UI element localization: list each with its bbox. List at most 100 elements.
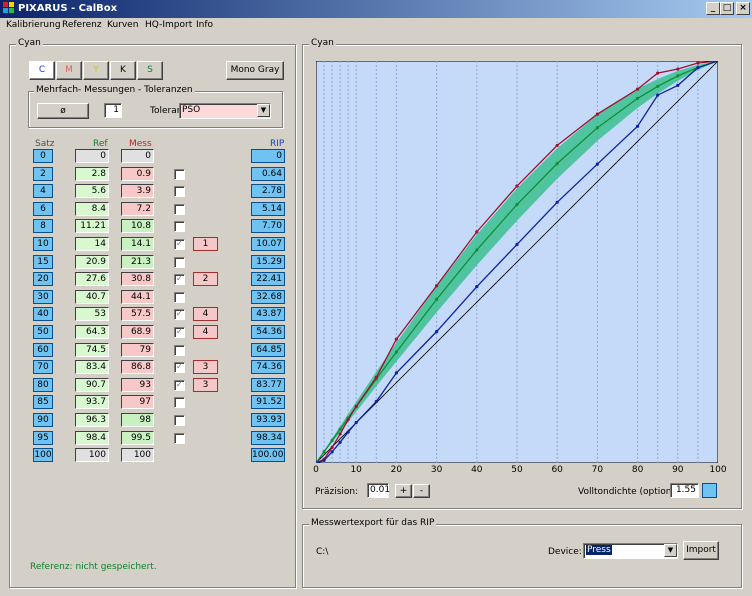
close-button[interactable]: × <box>736 2 750 15</box>
mono-gray-button[interactable]: Mono Gray <box>226 61 284 80</box>
satz-cell[interactable]: 100 <box>33 448 53 463</box>
mess-cell[interactable]: 14.1 <box>121 237 154 251</box>
satz-cell[interactable]: 80 <box>33 377 53 392</box>
satz-cell[interactable]: 0 <box>33 149 53 163</box>
ref-cell[interactable]: 5.6 <box>75 184 109 199</box>
mess-cell[interactable]: 98 <box>121 413 154 427</box>
satz-cell[interactable]: 8 <box>33 219 53 234</box>
density-color-swatch[interactable] <box>702 483 717 498</box>
mess-cell[interactable]: 0.9 <box>121 166 154 181</box>
rip-cell[interactable]: 22.41 <box>251 272 285 287</box>
ref-cell[interactable]: 2.8 <box>75 166 109 181</box>
mess-cell[interactable]: 21.3 <box>121 254 154 269</box>
rip-cell[interactable]: 32.68 <box>251 289 285 304</box>
mess-cell[interactable]: 93 <box>121 377 154 392</box>
ref-cell[interactable]: 98.4 <box>75 430 109 445</box>
rip-cell[interactable]: 98.34 <box>251 430 285 445</box>
row-checkbox[interactable] <box>174 221 185 233</box>
menu-kalibrierung[interactable]: Kalibrierung <box>6 20 61 30</box>
satz-cell[interactable]: 10 <box>33 237 53 251</box>
ref-cell[interactable]: 93.7 <box>75 395 109 410</box>
device-select[interactable]: Press ▼ <box>583 543 678 559</box>
row-checkbox[interactable]: ✓ <box>174 327 185 338</box>
satz-cell[interactable]: 40 <box>33 307 53 322</box>
rip-cell[interactable]: 100.00 <box>251 448 285 463</box>
satz-cell[interactable]: 6 <box>33 201 53 216</box>
channel-m-button[interactable]: M <box>56 61 82 80</box>
rip-cell[interactable]: 15.29 <box>251 254 285 269</box>
row-checkbox[interactable]: ✓ <box>174 309 185 321</box>
ref-cell[interactable]: 40.7 <box>75 289 109 304</box>
rip-cell[interactable]: 5.14 <box>251 201 285 216</box>
satz-cell[interactable]: 15 <box>33 254 53 269</box>
rip-cell[interactable]: 7.70 <box>251 219 285 234</box>
mess-cell[interactable]: 0 <box>121 149 154 163</box>
rip-cell[interactable]: 10.07 <box>251 237 285 251</box>
rip-cell[interactable]: 83.77 <box>251 377 285 392</box>
rip-cell[interactable]: 74.36 <box>251 360 285 375</box>
rip-cell[interactable]: 0 <box>251 149 285 163</box>
satz-cell[interactable]: 70 <box>33 360 53 375</box>
row-checkbox[interactable] <box>174 256 185 268</box>
ref-cell[interactable]: 11.21 <box>75 219 109 234</box>
channel-c-button[interactable]: C <box>29 61 55 80</box>
minimize-button[interactable]: _ <box>706 2 720 15</box>
ref-cell[interactable]: 96.3 <box>75 413 109 427</box>
satz-cell[interactable]: 20 <box>33 272 53 287</box>
row-checkbox[interactable] <box>174 186 185 198</box>
rip-cell[interactable]: 91.52 <box>251 395 285 410</box>
mess-cell[interactable]: 44.1 <box>121 289 154 304</box>
row-checkbox[interactable] <box>174 432 185 444</box>
satz-cell[interactable]: 60 <box>33 342 53 357</box>
channel-y-button[interactable]: Y <box>83 61 109 80</box>
channel-s-button[interactable]: S <box>137 61 163 80</box>
mess-cell[interactable]: 79 <box>121 342 154 357</box>
rip-cell[interactable]: 0.64 <box>251 166 285 181</box>
ref-cell[interactable]: 74.5 <box>75 342 109 357</box>
row-checkbox[interactable]: ✓ <box>174 239 185 250</box>
row-checkbox[interactable]: ✓ <box>174 362 185 374</box>
chevron-down-icon[interactable]: ▼ <box>664 544 677 557</box>
satz-cell[interactable]: 90 <box>33 413 53 427</box>
row-checkbox[interactable] <box>174 397 185 409</box>
row-checkbox[interactable] <box>174 168 185 180</box>
mess-cell[interactable]: 97 <box>121 395 154 410</box>
ref-cell[interactable]: 0 <box>75 149 109 163</box>
ref-cell[interactable]: 100 <box>75 448 109 463</box>
ref-cell[interactable]: 53 <box>75 307 109 322</box>
row-checkbox[interactable] <box>174 203 185 215</box>
average-button[interactable]: ø <box>37 103 89 119</box>
rip-cell[interactable]: 2.78 <box>251 184 285 199</box>
maximize-button[interactable]: □ <box>720 2 734 15</box>
rip-cell[interactable]: 93.93 <box>251 413 285 427</box>
ref-cell[interactable]: 90.7 <box>75 377 109 392</box>
precision-plus-button[interactable]: + <box>395 484 412 498</box>
satz-cell[interactable]: 4 <box>33 184 53 199</box>
satz-cell[interactable]: 50 <box>33 325 53 339</box>
row-checkbox[interactable]: ✓ <box>174 274 185 286</box>
mess-cell[interactable]: 68.9 <box>121 325 154 339</box>
measurement-count-input[interactable]: 1 <box>104 103 122 118</box>
satz-cell[interactable]: 2 <box>33 166 53 181</box>
ref-cell[interactable]: 83.4 <box>75 360 109 375</box>
ref-cell[interactable]: 27.6 <box>75 272 109 287</box>
row-checkbox[interactable] <box>174 291 185 303</box>
precision-input[interactable]: 0.01 <box>367 483 390 498</box>
tolerance-select[interactable]: PSO ▼ <box>179 103 271 119</box>
density-input[interactable]: 1.55 <box>670 483 699 498</box>
ref-cell[interactable]: 64.3 <box>75 325 109 339</box>
menu-hq-import[interactable]: HQ-Import <box>145 20 192 30</box>
row-checkbox[interactable]: ✓ <box>174 379 185 391</box>
satz-cell[interactable]: 95 <box>33 430 53 445</box>
rip-cell[interactable]: 64.85 <box>251 342 285 357</box>
ref-cell[interactable]: 20.9 <box>75 254 109 269</box>
mess-cell[interactable]: 86.8 <box>121 360 154 375</box>
channel-k-button[interactable]: K <box>110 61 136 80</box>
ref-cell[interactable]: 14 <box>75 237 109 251</box>
menu-kurven[interactable]: Kurven <box>107 20 138 30</box>
menu-referenz[interactable]: Referenz <box>62 20 102 30</box>
row-checkbox[interactable] <box>174 344 185 356</box>
mess-cell[interactable]: 10.8 <box>121 219 154 234</box>
import-button[interactable]: Import <box>683 541 719 560</box>
mess-cell[interactable]: 57.5 <box>121 307 154 322</box>
